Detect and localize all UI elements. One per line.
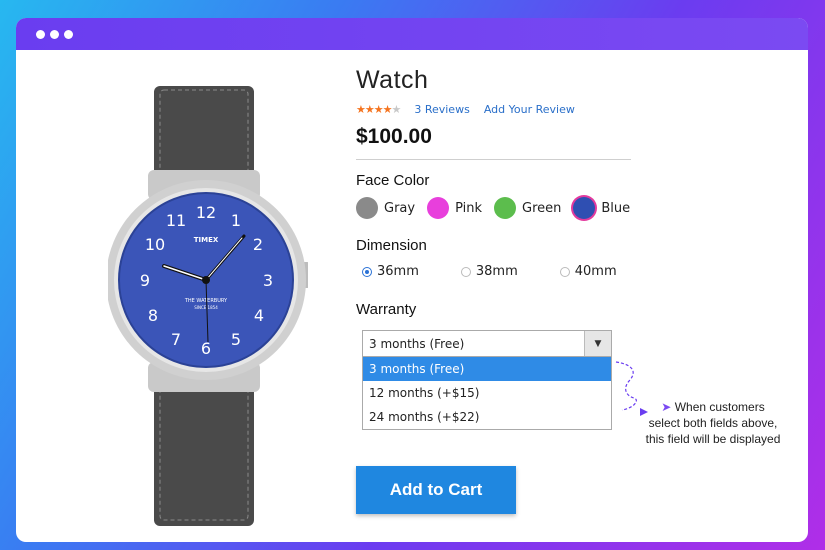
face-color-label: Face Color — [356, 172, 430, 189]
divider — [356, 159, 631, 160]
blue-swatch-circle[interactable] — [573, 197, 596, 219]
warranty-label: Warranty — [356, 301, 417, 318]
dimension-radios: 36mm 38mm 40mm — [356, 264, 808, 279]
radio-label: 40mm — [574, 264, 617, 279]
product-details: Watch ★★★★★ 3 Reviews Add Your Review $1… — [356, 66, 808, 430]
app-window: 12 1 2 3 4 5 6 7 8 9 10 11 TIMEX THE WAT… — [16, 18, 808, 542]
window-dot-icon[interactable] — [64, 29, 73, 39]
radio-40mm[interactable]: 40mm — [559, 264, 617, 279]
svg-text:4: 4 — [254, 306, 264, 325]
product-title: Watch — [356, 66, 429, 94]
warranty-option[interactable]: 24 months (+$22) — [363, 405, 611, 429]
swatch-green[interactable]: Green — [494, 197, 561, 219]
radio-button-icon[interactable] — [362, 266, 372, 277]
product-price: $100.00 — [356, 125, 432, 148]
swatch-label: Green — [522, 200, 562, 216]
dropdown-arrow-icon[interactable]: ▼ — [584, 331, 611, 356]
note-callout: ➤ When customers select both fields abov… — [628, 399, 798, 447]
warranty-selected-value: 3 months (Free) — [369, 336, 465, 351]
window-dot-icon[interactable] — [36, 29, 45, 39]
svg-text:8: 8 — [148, 306, 158, 325]
radio-label: 36mm — [377, 264, 419, 279]
radio-38mm[interactable]: 38mm — [460, 264, 518, 279]
rating-row: ★★★★★ 3 Reviews Add Your Review — [356, 103, 808, 116]
svg-text:2: 2 — [253, 235, 263, 254]
svg-text:12: 12 — [196, 203, 216, 222]
swatch-label: Pink — [455, 200, 483, 216]
svg-text:10: 10 — [145, 235, 165, 254]
note-text: When customers — [674, 400, 765, 414]
warranty-option[interactable]: 3 months (Free) — [363, 357, 611, 381]
svg-text:5: 5 — [231, 330, 241, 349]
gray-swatch-circle[interactable] — [356, 197, 378, 219]
pink-swatch-circle[interactable] — [427, 197, 450, 219]
svg-text:9: 9 — [140, 271, 150, 290]
swatch-label: Blue — [601, 200, 631, 216]
window-titlebar — [16, 18, 808, 50]
svg-text:6: 6 — [201, 339, 211, 358]
pointer-icon: ➤ — [661, 400, 672, 414]
dimension-label: Dimension — [356, 237, 427, 254]
swatch-pink[interactable]: Pink — [427, 197, 482, 219]
warranty-option[interactable]: 12 months (+$15) — [363, 381, 611, 405]
add-to-cart-button[interactable]: Add to Cart — [356, 466, 516, 514]
note-text: this field will be displayed — [645, 432, 781, 446]
star-rating-icon: ★★★★★ — [356, 103, 401, 116]
warranty-dropdown-list: 3 months (Free) 12 months (+$15) 24 mont… — [362, 357, 612, 430]
warranty-select[interactable]: 3 months (Free) ▼ 3 months (Free) 12 mon… — [362, 330, 612, 430]
note-line: ➤ When customers — [628, 399, 798, 415]
radio-36mm[interactable]: 36mm — [362, 264, 419, 279]
swatch-gray[interactable]: Gray — [356, 197, 415, 219]
note-text: select both fields above, — [648, 416, 778, 430]
watch-since-text: SINCE 1854 — [194, 305, 218, 310]
reviews-link[interactable]: 3 Reviews — [414, 103, 469, 116]
face-color-swatches: Gray Pink Green Blue — [356, 197, 808, 219]
swatch-label: Gray — [384, 200, 416, 216]
watch-product-image: 12 1 2 3 4 5 6 7 8 9 10 11 TIMEX THE WAT… — [108, 86, 308, 526]
svg-text:1: 1 — [231, 211, 241, 230]
svg-text:3: 3 — [263, 271, 273, 290]
watch-model-text: THE WATERBURY — [184, 298, 228, 304]
swatch-blue[interactable]: Blue — [573, 197, 630, 219]
warranty-select-box[interactable]: 3 months (Free) ▼ — [362, 330, 612, 357]
radio-button-icon[interactable] — [559, 266, 570, 277]
svg-text:7: 7 — [171, 330, 181, 349]
radio-label: 38mm — [475, 264, 518, 279]
window-dot-icon[interactable] — [50, 29, 59, 39]
radio-button-icon[interactable] — [460, 266, 471, 277]
green-swatch-circle[interactable] — [494, 197, 517, 219]
watch-brand-text: TIMEX — [194, 236, 219, 244]
svg-text:11: 11 — [166, 211, 186, 230]
add-review-link[interactable]: Add Your Review — [484, 103, 575, 116]
